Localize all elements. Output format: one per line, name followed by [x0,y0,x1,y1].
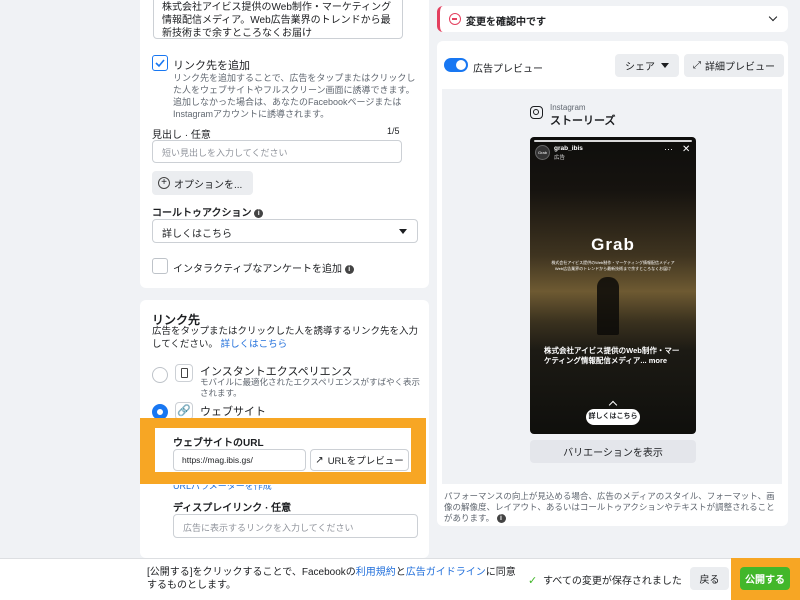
terms-prefix: [公開する]をクリックすることで、Facebookの [147,567,356,578]
review-alert[interactable]: 変更を確認中です [437,6,788,32]
options-button-label: オプションを... [174,179,243,191]
checkmark-icon: ✓ [528,575,538,587]
expand-icon: ⤢ [693,60,701,71]
more-icon: ··· [664,144,673,154]
performance-footnote-text: パフォーマンスの向上が見込める場合、広告のメディアのスタイル、フォーマット、画像… [444,491,775,523]
external-link-icon: ↗ [315,454,324,466]
story-caption: 株式会社アイビス提供のWeb制作・マーケティング情報配信メディア... more [544,346,684,366]
info-icon: i [344,264,354,274]
story-progress-bar [534,140,692,142]
url-preview-button[interactable]: ↗ URLをプレビュー [310,449,409,471]
primary-text-value: 株式会社アイビス提供のWeb制作・マーケティング情報配信メディア。Web広告業界… [162,2,392,39]
primary-text-field[interactable]: 株式会社アイビス提供のWeb制作・マーケティング情報配信メディア。Web広告業界… [153,0,403,39]
chevron-down-icon [768,12,778,22]
headline-input[interactable]: 短い見出しを入力してください [152,140,402,163]
cta-label-text: コールトゥアクション [152,208,252,219]
story-sponsored: 広告 [554,155,566,161]
saved-status: ✓ すべての変更が保存されました [528,572,682,587]
story-brand-text: Grab [591,235,635,254]
terms-text: [公開する]をクリックすることで、Facebookの利用規約と広告ガイドラインに… [147,566,517,592]
headline-counter: 1/5 [387,126,400,136]
terms-of-service-link[interactable]: 利用規約 [356,567,396,578]
add-link-checkbox[interactable] [152,55,168,71]
placement-name: ストーリーズ [550,115,616,127]
instant-experience-description: モバイルに最適化されたエクスペリエンスがすばやく表示されます。 [200,377,420,398]
headline-label: 見出し · 任意 [152,130,211,141]
publish-button[interactable]: 公開する [740,567,790,590]
ad-guidelines-link[interactable]: 広告ガイドライン [406,567,486,578]
survey-checkbox[interactable] [152,258,168,274]
display-link-label: ディスプレイリンク · 任意 [173,503,292,514]
story-more-link[interactable]: more [649,356,667,365]
detail-preview-button[interactable]: ⤢ 詳細プレビュー [684,54,784,77]
back-button[interactable]: 戻る [690,567,729,590]
alert-text: 変更を確認中です [466,17,546,28]
story-cta-label: 詳しくはこちら [588,413,638,420]
url-input-value: https://mag.ibis.gs/ [182,455,253,465]
chevron-up-icon [608,400,618,410]
story-account: grab_ibis [554,145,583,152]
terms-mid: と [395,567,406,578]
url-params-link[interactable]: URLパラメーターを作成 [173,485,272,491]
detail-preview-button-label: 詳細プレビュー [705,62,775,73]
cta-select[interactable]: 詳しくはこちら [152,219,418,243]
close-icon[interactable]: ✕ [682,145,690,155]
url-preview-button-label: URLをプレビュー [327,456,404,467]
cta-select-value: 詳しくはこちら [162,229,232,240]
alert-icon [449,13,461,25]
website-title: ウェブサイト [200,406,266,418]
learn-more-link[interactable]: 詳しくはこちら [221,339,288,350]
cta-label: コールトゥアクション i [152,204,264,219]
caret-down-icon [661,63,669,68]
add-link-label: リンク先を追加 [173,60,250,72]
story-preview[interactable]: Grab grab_ibis 広告 ··· ✕ Grab 株式会社アイビス提供の… [530,137,696,434]
survey-label-text: インタラクティブなアンケートを追加 [173,264,342,275]
headline-placeholder: 短い見出しを入力してください [162,148,288,158]
url-input[interactable]: https://mag.ibis.gs/ [173,449,306,471]
info-icon: i [496,514,506,524]
story-person-silhouette [597,277,619,335]
caret-down-icon [399,229,407,234]
destination-description: 広告をタップまたはクリックした人を誘導するリンク先を入力してください。 詳しくは… [152,325,422,351]
display-link-input[interactable]: 広告に表示するリンクを入力してください [173,514,418,538]
back-button-label: 戻る [699,575,720,586]
variations-button-label: バリエーションを表示 [563,448,663,459]
performance-footnote: パフォーマンスの向上が見込める場合、広告のメディアのスタイル、フォーマット、画像… [444,491,782,524]
share-button[interactable]: シェア [615,54,679,77]
story-tagline-2: Web広告業界のトレンドから最新技術まで余すところなくお届け [554,266,672,271]
toggle-knob [456,60,466,70]
url-label: ウェブサイトのURL [173,438,264,449]
options-button[interactable]: + オプションを... [152,171,253,195]
plus-circle-icon: + [158,177,170,189]
survey-label: インタラクティブなアンケートを追加 i [173,260,354,275]
story-tagline-1: 株式会社アイビス提供のWeb制作・マーケティング情報配信メディア [551,260,675,265]
checkmark-icon [155,59,165,68]
preview-toggle[interactable] [444,58,468,72]
placement-platform: Instagram [550,103,586,112]
instant-experience-radio[interactable] [152,367,168,383]
info-icon: i [254,208,264,218]
story-avatar: Grab [535,145,550,160]
add-link-description: リンク先を追加することで、広告をタップまたはクリックした人をウェブサイトやフルス… [173,73,416,119]
share-button-label: シェア [625,62,655,73]
saved-status-text: すべての変更が保存されました [543,576,682,587]
instant-experience-icon [175,364,193,382]
story-cta-button[interactable]: 詳しくはこちら [586,409,640,425]
display-link-placeholder: 広告に表示するリンクを入力してください [183,523,354,533]
story-avatar-text: Grab [538,150,547,155]
variations-button[interactable]: バリエーションを表示 [530,440,696,463]
instagram-icon [530,106,543,119]
publish-button-label: 公開する [745,575,785,586]
preview-toggle-label: 広告プレビュー [473,64,543,75]
